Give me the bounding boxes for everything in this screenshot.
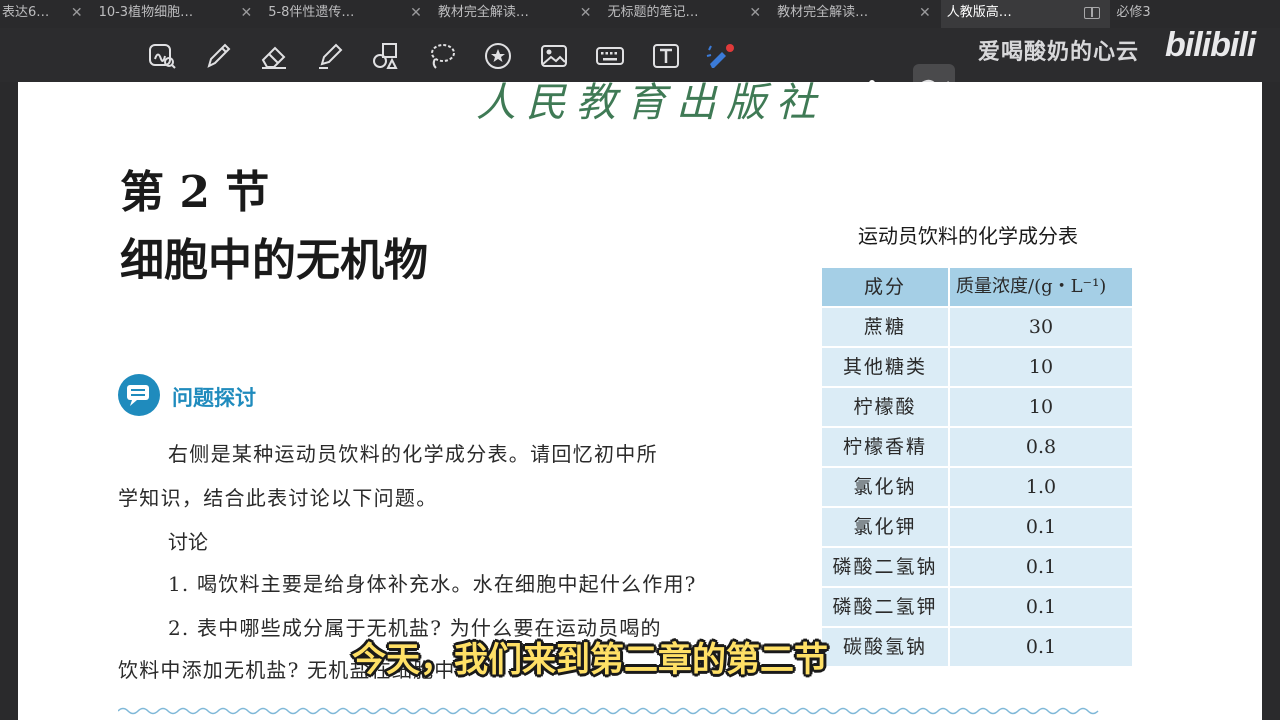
- laser-pointer-icon[interactable]: [704, 40, 736, 72]
- video-subtitle: 今天，我们来到第二章的第二节: [352, 640, 828, 680]
- lasso-icon[interactable]: [426, 40, 458, 72]
- table-row: 其他糖类 10: [822, 348, 1132, 386]
- tab-0[interactable]: 表达6… ✕: [0, 0, 93, 28]
- close-icon[interactable]: ✕: [749, 0, 761, 26]
- eraser-icon[interactable]: [258, 40, 290, 72]
- concentration-cell: 0.1: [950, 508, 1132, 546]
- table-caption: 运动员饮料的化学成分表: [858, 224, 1078, 248]
- intro-text-line2: 学知识，结合此表讨论以下问题。: [118, 486, 438, 510]
- bilibili-logo: bilibili: [1165, 26, 1256, 64]
- wavy-divider: [118, 707, 1099, 715]
- tab-label: 必修3: [1116, 5, 1151, 20]
- tab-label: 人教版高…: [946, 5, 1012, 20]
- split-view-icon[interactable]: [1084, 7, 1101, 19]
- component-cell: 氯化钠: [822, 468, 948, 506]
- table-row: 柠檬酸 10: [822, 388, 1132, 426]
- tab-2[interactable]: 5-8伴性遗传… ✕: [262, 0, 432, 28]
- publisher-mark: 人民教育出版社: [476, 82, 826, 126]
- tab-3[interactable]: 教材完全解读… ✕: [432, 0, 602, 28]
- table-header-concentration: 质量浓度/(g・L⁻¹): [950, 268, 1132, 306]
- concentration-cell: 0.8: [950, 428, 1132, 466]
- concentration-cell: 1.0: [950, 468, 1132, 506]
- tab-label: 5-8伴性遗传…: [268, 5, 355, 20]
- highlighter-icon[interactable]: [314, 40, 346, 72]
- textbook-page: 人民教育出版社 第 2 节 细胞中的无机物 问题探讨 右侧是某种运动员饮料的化学…: [18, 82, 1262, 720]
- lasso-zoom-icon[interactable]: [146, 40, 178, 72]
- component-cell: 其他糖类: [822, 348, 948, 386]
- close-icon[interactable]: ✕: [580, 0, 592, 26]
- close-icon[interactable]: ✕: [410, 0, 422, 26]
- table-row: 柠檬香精 0.8: [822, 428, 1132, 466]
- tab-5[interactable]: 教材完全解读… ✕: [771, 0, 941, 28]
- shapes-icon[interactable]: [370, 40, 402, 72]
- component-cell: 柠檬酸: [822, 388, 948, 426]
- tab-label: 教材完全解读…: [437, 5, 529, 20]
- text-box-icon[interactable]: [650, 40, 682, 72]
- concentration-cell: 10: [950, 388, 1132, 426]
- question-heading: 问题探讨: [172, 386, 256, 410]
- concentration-cell: 0.1: [950, 628, 1132, 666]
- pen-icon[interactable]: [202, 40, 234, 72]
- table-row: 氯化钠 1.0: [822, 468, 1132, 506]
- concentration-cell: 0.1: [950, 588, 1132, 626]
- section-title: 细胞中的无机物: [120, 235, 428, 286]
- component-cell: 柠檬香精: [822, 428, 948, 466]
- tab-6[interactable]: 人教版高…: [940, 0, 1111, 28]
- image-icon[interactable]: [538, 40, 570, 72]
- table-row: 碳酸氢钠 0.1: [822, 628, 1132, 666]
- speech-bubble-icon: [118, 374, 160, 416]
- tab-label: 教材完全解读…: [777, 5, 869, 20]
- component-cell: 磷酸二氢钾: [822, 588, 948, 626]
- tab-4[interactable]: 无标题的笔记… ✕: [601, 0, 771, 28]
- component-cell: 氯化钾: [822, 508, 948, 546]
- component-cell: 碳酸氢钠: [822, 628, 948, 666]
- concentration-cell: 30: [950, 308, 1132, 346]
- tab-label: 无标题的笔记…: [607, 5, 699, 20]
- intro-text-line1: 右侧是某种运动员饮料的化学成分表。请回忆初中所: [168, 442, 658, 466]
- table-header-component: 成分: [822, 268, 948, 306]
- close-icon[interactable]: ✕: [919, 0, 931, 26]
- tab-bar: 表达6… ✕ 10-3植物细胞… ✕ 5-8伴性遗传… ✕ 教材完全解读… ✕ 无标题的笔记… ✕…: [0, 0, 1280, 28]
- sticker-icon[interactable]: [482, 40, 514, 72]
- keyboard-icon[interactable]: [594, 40, 626, 72]
- component-cell: 磷酸二氢钠: [822, 548, 948, 586]
- tab-label: 表达6…: [2, 5, 50, 20]
- table-row: 磷酸二氢钾 0.1: [822, 588, 1132, 626]
- concentration-cell: 10: [950, 348, 1132, 386]
- close-icon[interactable]: ✕: [240, 0, 252, 26]
- document-viewer[interactable]: 人民教育出版社 第 2 节 细胞中的无机物 问题探讨 右侧是某种运动员饮料的化学…: [0, 82, 1280, 720]
- table-row: 磷酸二氢钠 0.1: [822, 548, 1132, 586]
- table-row: 蔗糖 30: [822, 308, 1132, 346]
- table-header-row: 成分 质量浓度/(g・L⁻¹): [822, 268, 1132, 306]
- section-number: 第 2 节: [120, 167, 270, 218]
- question-1: 1. 喝饮料主要是给身体补充水。水在细胞中起什么作用?: [168, 572, 697, 596]
- concentration-cell: 0.1: [950, 548, 1132, 586]
- tab-1[interactable]: 10-3植物细胞… ✕: [93, 0, 263, 28]
- tab-label: 10-3植物细胞…: [98, 5, 194, 20]
- tab-7[interactable]: 必修3: [1110, 0, 1280, 28]
- uploader-name: 爱喝酸奶的心云: [978, 40, 1140, 65]
- component-cell: 蔗糖: [822, 308, 948, 346]
- discussion-label: 讨论: [168, 530, 208, 554]
- close-icon[interactable]: ✕: [71, 0, 83, 26]
- composition-table: 成分 质量浓度/(g・L⁻¹) 蔗糖 30 其他糖类 10 柠檬酸 10 柠檬香精 0.8 氯化…: [822, 268, 1132, 668]
- table-row: 氯化钾 0.1: [822, 508, 1132, 546]
